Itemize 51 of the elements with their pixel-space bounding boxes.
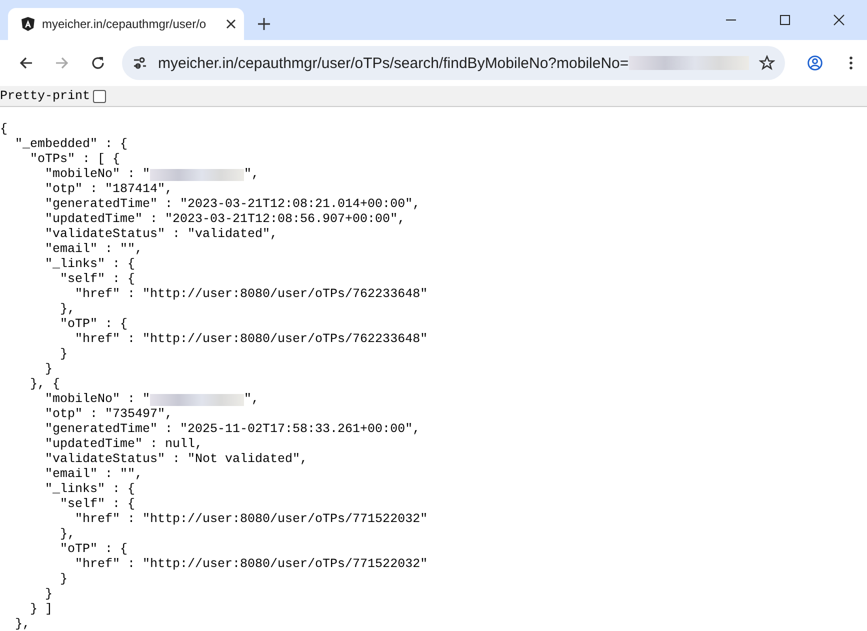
sliders-icon[interactable] — [132, 55, 148, 71]
json-line: "_embedded" : { — [14, 137, 128, 152]
json-line: "self" : { — [59, 497, 136, 512]
reload-icon[interactable] — [90, 55, 106, 71]
json-line: "oTP" : { — [59, 317, 128, 332]
json-line: "oTP" : { — [59, 542, 128, 557]
json-line: "href" : "http://user:8080/user/oTPs/771522032" — [74, 557, 428, 572]
json-line: "updatedTime" : "2023-03-21T12:08:56.907+00:00", — [44, 212, 406, 227]
pretty-print-label: Pretty-print — [0, 89, 90, 103]
back-arrow-icon[interactable] — [18, 55, 34, 71]
letter-a-shield-icon — [20, 16, 36, 32]
plus-icon[interactable] — [258, 18, 270, 30]
json-line: "generatedTime" : "2025-11-02T17:58:33.261+00:00", — [44, 422, 420, 437]
json-line: } — [44, 587, 53, 602]
star-icon[interactable] — [758, 55, 775, 71]
json-line: "validateStatus" : "Not validated", — [44, 452, 308, 467]
json-line: "self" : { — [59, 272, 136, 287]
maximize-icon[interactable] — [779, 14, 791, 26]
json-line: "mobileNo" : " — [44, 392, 150, 407]
json-line: "_links" : { — [44, 257, 136, 272]
profile-icon[interactable] — [806, 55, 823, 71]
json-line: "email" : "", — [44, 467, 143, 482]
json-line: "_links" : { — [44, 482, 136, 497]
json-line: "oTPs" : [ { — [29, 152, 120, 167]
json-line: "otp" : "187414", — [44, 182, 173, 197]
json-line: "otp" : "735497", — [44, 407, 173, 422]
pretty-print-checkbox[interactable] — [93, 90, 106, 102]
json-line: } — [59, 572, 68, 587]
close-icon[interactable] — [226, 19, 236, 29]
json-line: }, — [14, 617, 30, 631]
json-line: "generatedTime" : "2023-03-21T12:08:21.014+00:00", — [44, 197, 420, 212]
json-line-end: ", — [244, 167, 260, 182]
json-line: "updatedTime" : null, — [44, 437, 203, 452]
json-line: "href" : "http://user:8080/user/oTPs/762233648" — [74, 287, 428, 302]
close-icon[interactable] — [833, 14, 845, 26]
url-text: myeicher.in/cepauthmgr/user/oTPs/search/findByMobileNo?mobileNo= — [158, 54, 629, 72]
json-line: } ] — [29, 602, 53, 617]
json-line: } — [59, 347, 68, 362]
json-line: }, — [59, 527, 76, 542]
json-line: }, — [59, 302, 76, 317]
json-line: "href" : "http://user:8080/user/oTPs/771522032" — [74, 512, 428, 527]
json-line: "validateStatus" : "validated", — [44, 227, 278, 242]
json-line: }, { — [29, 377, 60, 392]
json-line: "mobileNo" : " — [44, 167, 150, 182]
json-line: "href" : "http://user:8080/user/oTPs/762233648" — [74, 332, 428, 347]
address-bar[interactable]: myeicher.in/cepauthmgr/user/oTPs/search/findByMobileNo?mobileNo= — [122, 46, 785, 80]
json-line: } — [44, 362, 53, 377]
json-line-end: ", — [244, 392, 260, 407]
browser-tab[interactable]: myeicher.in/cepauthmgr/user/o — [8, 8, 244, 40]
json-line: "email" : "", — [44, 242, 143, 257]
json-line: { — [0, 122, 8, 137]
